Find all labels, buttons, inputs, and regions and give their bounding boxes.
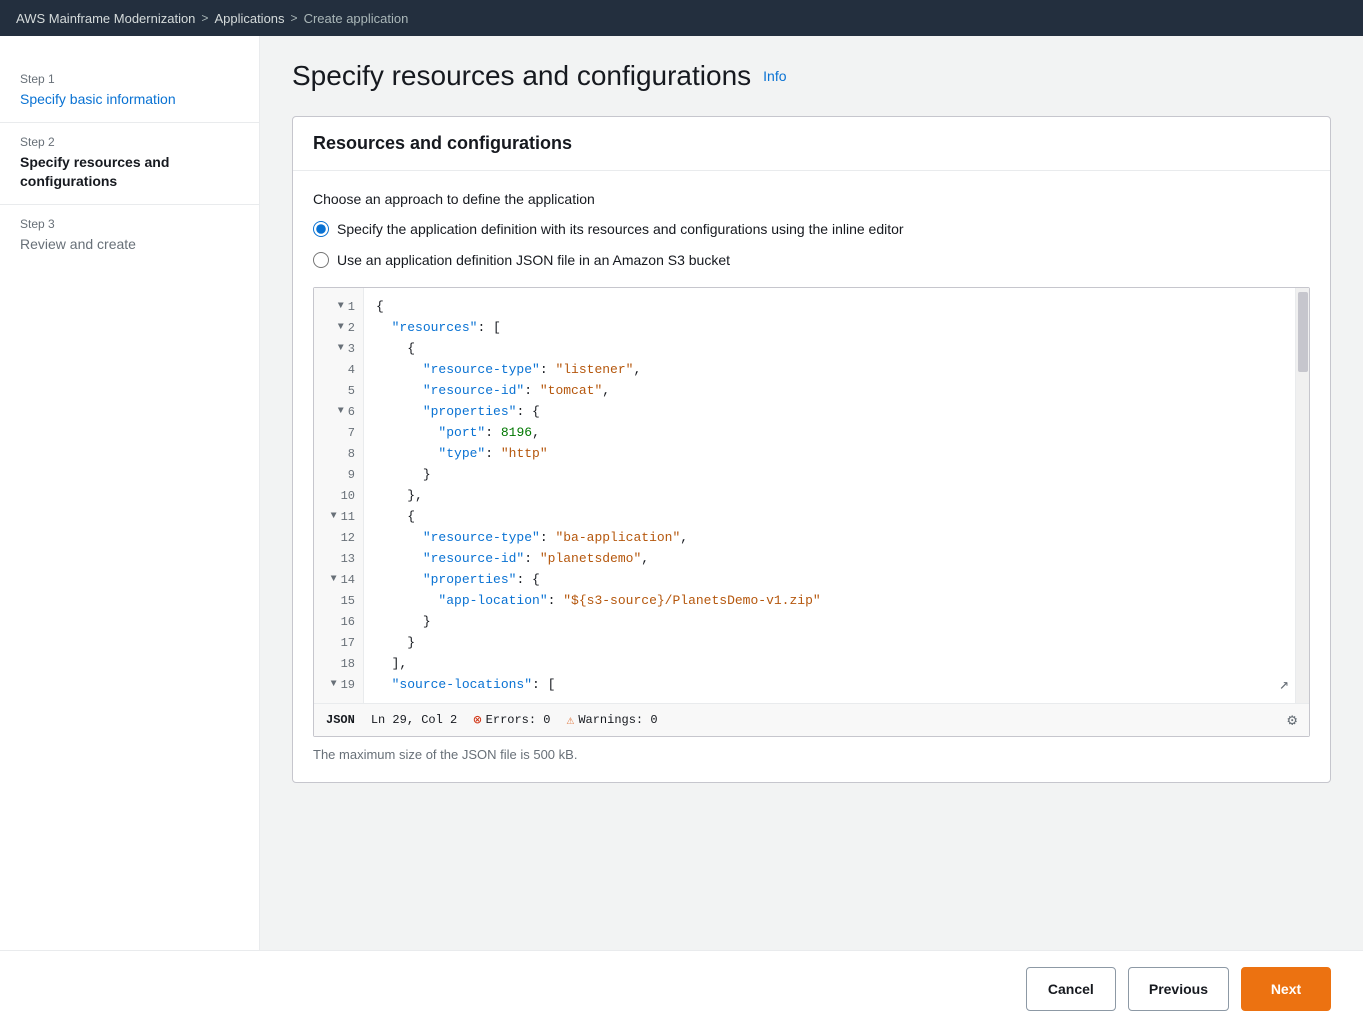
code-line-14: "properties": { bbox=[364, 569, 1295, 590]
code-line-17: } bbox=[364, 632, 1295, 653]
main-layout: Step 1 Specify basic information Step 2 … bbox=[0, 36, 1363, 950]
code-line-11: { bbox=[364, 506, 1295, 527]
line-numbers: ▼1 ▼2 ▼3 4 5 ▼6 7 8 9 10 ▼11 12 bbox=[314, 288, 364, 703]
radio-s3[interactable] bbox=[313, 252, 329, 268]
ln-6: ▼6 bbox=[314, 401, 363, 422]
page-title-row: Specify resources and configurations Inf… bbox=[292, 60, 1331, 92]
expand-icon[interactable]: ↗ bbox=[1279, 674, 1289, 694]
code-line-18: ], bbox=[364, 653, 1295, 674]
code-line-10: }, bbox=[364, 485, 1295, 506]
sidebar: Step 1 Specify basic information Step 2 … bbox=[0, 36, 260, 950]
code-line-13: "resource-id": "planetsdemo", bbox=[364, 548, 1295, 569]
code-line-9: } bbox=[364, 464, 1295, 485]
ln-7: 7 bbox=[314, 422, 363, 443]
code-editor[interactable]: ▼1 ▼2 ▼3 4 5 ▼6 7 8 9 10 ▼11 12 bbox=[313, 287, 1310, 737]
footer: Cancel Previous Next bbox=[0, 950, 1363, 1027]
code-line-8: "type": "http" bbox=[364, 443, 1295, 464]
status-errors: ⊗ Errors: 0 bbox=[473, 712, 550, 729]
status-position: Ln 29, Col 2 bbox=[371, 713, 457, 727]
ln-5: 5 bbox=[314, 380, 363, 401]
code-line-16: } bbox=[364, 611, 1295, 632]
breadcrumb-brand[interactable]: AWS Mainframe Modernization bbox=[16, 11, 195, 26]
error-icon: ⊗ bbox=[473, 712, 481, 729]
card-title: Resources and configurations bbox=[313, 133, 1310, 154]
top-nav: AWS Mainframe Modernization > Applicatio… bbox=[0, 0, 1363, 36]
code-line-6: "properties": { bbox=[364, 401, 1295, 422]
code-content: ▼1 ▼2 ▼3 4 5 ▼6 7 8 9 10 ▼11 12 bbox=[314, 288, 1309, 703]
ln-15: 15 bbox=[314, 590, 363, 611]
ln-19: ▼19 bbox=[314, 674, 363, 695]
ln-13: 13 bbox=[314, 548, 363, 569]
code-line-19: "source-locations": [ bbox=[364, 674, 1295, 695]
sidebar-item-step3[interactable]: Step 3 Review and create bbox=[0, 205, 259, 267]
radio-inline[interactable] bbox=[313, 221, 329, 237]
radio-s3-label[interactable]: Use an application definition JSON file … bbox=[337, 250, 730, 271]
sidebar-item-step2[interactable]: Step 2 Specify resources and configurati… bbox=[0, 123, 259, 205]
code-line-1: { bbox=[364, 296, 1295, 317]
breadcrumb-sep2: > bbox=[291, 11, 298, 25]
code-line-5: "resource-id": "tomcat", bbox=[364, 380, 1295, 401]
ln-8: 8 bbox=[314, 443, 363, 464]
file-size-note: The maximum size of the JSON file is 500… bbox=[313, 747, 1310, 762]
code-line-12: "resource-type": "ba-application", bbox=[364, 527, 1295, 548]
scrollbar-track[interactable] bbox=[1295, 288, 1309, 703]
ln-2: ▼2 bbox=[314, 317, 363, 338]
ln-12: 12 bbox=[314, 527, 363, 548]
editor-status-bar: JSON Ln 29, Col 2 ⊗ Errors: 0 ⚠ Warnings… bbox=[314, 703, 1309, 736]
ln-14: ▼14 bbox=[314, 569, 363, 590]
content-area: Specify resources and configurations Inf… bbox=[260, 36, 1363, 950]
ln-18: 18 bbox=[314, 653, 363, 674]
ln-9: 9 bbox=[314, 464, 363, 485]
ln-3: ▼3 bbox=[314, 338, 363, 359]
status-warnings: ⚠ Warnings: 0 bbox=[566, 713, 657, 728]
ln-4: 4 bbox=[314, 359, 363, 380]
card-body: Choose an approach to define the applica… bbox=[293, 171, 1330, 782]
ln-17: 17 bbox=[314, 632, 363, 653]
sidebar-item-step1[interactable]: Step 1 Specify basic information bbox=[0, 60, 259, 123]
code-line-7: "port": 8196, bbox=[364, 422, 1295, 443]
radio-option-s3[interactable]: Use an application definition JSON file … bbox=[313, 250, 1310, 271]
settings-icon[interactable]: ⚙ bbox=[1287, 710, 1297, 730]
warnings-label: Warnings: 0 bbox=[578, 713, 657, 727]
radio-group-label: Choose an approach to define the applica… bbox=[313, 191, 1310, 207]
code-line-2: "resources": [ bbox=[364, 317, 1295, 338]
status-lang: JSON bbox=[326, 713, 355, 727]
warning-icon: ⚠ bbox=[566, 713, 574, 728]
step1-title: Specify basic information bbox=[20, 90, 239, 110]
breadcrumb-current: Create application bbox=[304, 11, 409, 26]
breadcrumb: AWS Mainframe Modernization > Applicatio… bbox=[16, 11, 408, 26]
info-link[interactable]: Info bbox=[763, 68, 786, 84]
step3-title: Review and create bbox=[20, 235, 239, 255]
errors-label: Errors: 0 bbox=[486, 713, 551, 727]
radio-option-inline[interactable]: Specify the application definition with … bbox=[313, 219, 1310, 240]
step2-title: Specify resources and configurations bbox=[20, 153, 239, 192]
step1-label: Step 1 bbox=[20, 72, 239, 86]
page-title: Specify resources and configurations bbox=[292, 60, 751, 92]
ln-11: ▼11 bbox=[314, 506, 363, 527]
card-header: Resources and configurations bbox=[293, 117, 1330, 171]
ln-10: 10 bbox=[314, 485, 363, 506]
ln-1: ▼1 bbox=[314, 296, 363, 317]
step2-label: Step 2 bbox=[20, 135, 239, 149]
code-line-4: "resource-type": "listener", bbox=[364, 359, 1295, 380]
scrollbar-thumb bbox=[1298, 292, 1308, 372]
resources-card: Resources and configurations Choose an a… bbox=[292, 116, 1331, 783]
code-line-3: { bbox=[364, 338, 1295, 359]
radio-inline-label[interactable]: Specify the application definition with … bbox=[337, 219, 904, 240]
breadcrumb-applications[interactable]: Applications bbox=[214, 11, 284, 26]
step3-label: Step 3 bbox=[20, 217, 239, 231]
next-button[interactable]: Next bbox=[1241, 967, 1331, 1011]
breadcrumb-sep1: > bbox=[201, 11, 208, 25]
code-line-15: "app-location": "${s3-source}/PlanetsDem… bbox=[364, 590, 1295, 611]
cancel-button[interactable]: Cancel bbox=[1026, 967, 1116, 1011]
previous-button[interactable]: Previous bbox=[1128, 967, 1229, 1011]
ln-16: 16 bbox=[314, 611, 363, 632]
code-lines[interactable]: { "resources": [ { "resource-type": "lis… bbox=[364, 288, 1295, 703]
